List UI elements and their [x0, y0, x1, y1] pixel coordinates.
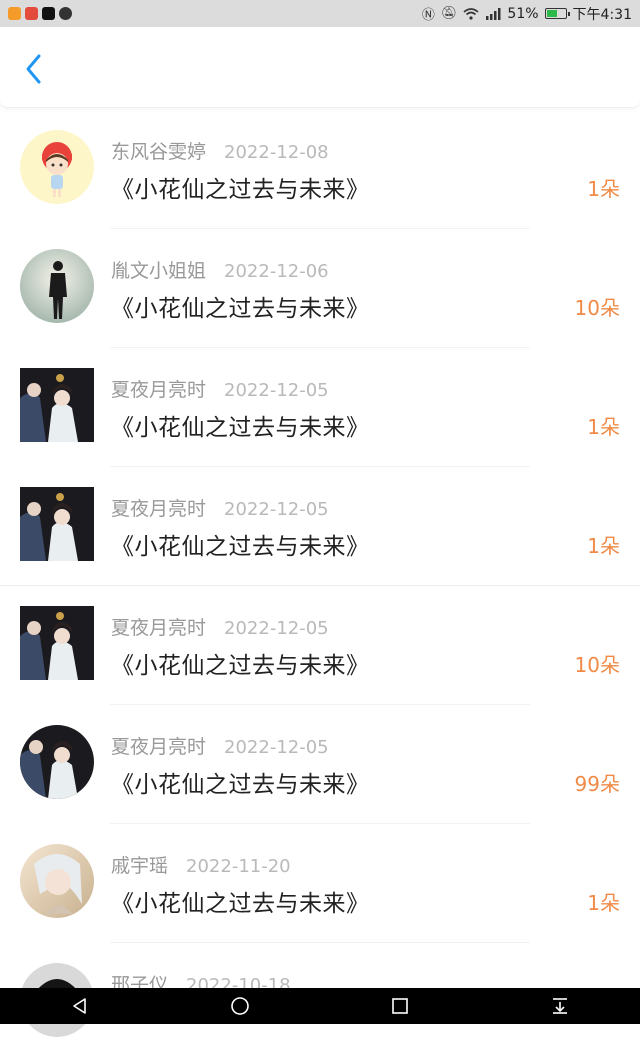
flower-count: 10朵 — [574, 296, 620, 320]
flower-count: 1朵 — [587, 534, 620, 558]
list-item[interactable]: 夏夜月亮时 2022-12-05 《小花仙之过去与未来》 1朵 — [0, 467, 640, 586]
avatar[interactable] — [20, 606, 94, 680]
list-item[interactable]: 东风谷雯婷 2022-12-08 《小花仙之过去与未来》 1朵 — [0, 110, 640, 229]
flower-count: 1朵 — [587, 415, 620, 439]
signal-icon — [486, 7, 501, 20]
list-item[interactable]: 夏夜月亮时 2022-12-05 《小花仙之过去与未来》 99朵 — [0, 705, 640, 824]
list-item[interactable]: 胤文小姐姐 2022-12-06 《小花仙之过去与未来》 10朵 — [0, 229, 640, 348]
app-notification-icon — [25, 7, 38, 20]
date: 2022-12-05 — [224, 380, 329, 401]
book-title[interactable]: 《小花仙之过去与未来》 — [111, 884, 370, 918]
status-bar: Ⓝ 🔕︎ 51% 下午4:31 — [0, 0, 640, 27]
system-nav-bar — [0, 988, 640, 1024]
date: 2022-11-20 — [186, 856, 291, 877]
book-title[interactable]: 《小花仙之过去与未来》 — [111, 289, 370, 323]
avatar[interactable] — [20, 844, 94, 918]
flower-count: 1朵 — [587, 177, 620, 201]
date: 2022-12-05 — [224, 618, 329, 639]
mute-icon: 🔕︎ — [440, 6, 458, 21]
circle-home-icon — [231, 997, 249, 1015]
square-recents-icon — [392, 998, 408, 1014]
book-title[interactable]: 《小花仙之过去与未来》 — [111, 527, 370, 561]
status-indicators: Ⓝ 🔕︎ 51% 下午4:31 — [422, 4, 640, 24]
tiktok-notification-icon — [42, 7, 55, 20]
list-item[interactable]: 夏夜月亮时 2022-12-05 《小花仙之过去与未来》 1朵 — [0, 348, 640, 467]
flower-count: 1朵 — [587, 891, 620, 915]
avatar[interactable] — [20, 130, 94, 204]
book-title[interactable]: 《小花仙之过去与未来》 — [111, 765, 370, 799]
flower-count: 99朵 — [574, 772, 620, 796]
triangle-back-icon — [73, 998, 86, 1014]
avatar[interactable] — [20, 487, 94, 561]
book-title[interactable]: 《小花仙之过去与未来》 — [111, 646, 370, 680]
battery-icon — [544, 8, 570, 19]
back-button[interactable] — [14, 49, 54, 89]
username[interactable]: 夏夜月亮时 — [111, 375, 206, 402]
username[interactable]: 夏夜月亮时 — [111, 732, 206, 759]
book-title[interactable]: 《小花仙之过去与未来》 — [111, 170, 370, 204]
username[interactable]: 戚宇瑶 — [111, 851, 168, 878]
nav-recents-button[interactable] — [380, 988, 420, 1024]
wifi-icon — [463, 7, 479, 20]
pull-down-icon — [553, 998, 567, 1014]
status-notifications — [0, 7, 72, 20]
nav-back-button[interactable] — [60, 988, 100, 1024]
app-notification-icon — [8, 7, 21, 20]
nav-home-button[interactable] — [220, 988, 260, 1024]
header — [0, 27, 640, 108]
gift-record-list: 东风谷雯婷 2022-12-08 《小花仙之过去与未来》 1朵 胤文小姐姐 20… — [0, 110, 640, 1062]
nfc-icon: Ⓝ — [421, 8, 435, 23]
nav-notification-button[interactable] — [540, 988, 580, 1024]
username[interactable]: 夏夜月亮时 — [111, 613, 206, 640]
date: 2022-12-08 — [224, 142, 329, 163]
date: 2022-12-06 — [224, 261, 329, 282]
list-item[interactable]: 戚宇瑶 2022-11-20 《小花仙之过去与未来》 1朵 — [0, 824, 640, 943]
list-item[interactable]: 夏夜月亮时 2022-12-05 《小花仙之过去与未来》 10朵 — [0, 586, 640, 705]
username[interactable]: 夏夜月亮时 — [111, 494, 206, 521]
flower-count: 10朵 — [574, 653, 620, 677]
clock: 下午4:31 — [572, 6, 632, 23]
chevron-left-icon — [26, 54, 41, 84]
avatar[interactable] — [20, 249, 94, 323]
username[interactable]: 胤文小姐姐 — [111, 256, 206, 283]
username[interactable]: 东风谷雯婷 — [111, 137, 206, 164]
battery-percent: 51% — [507, 5, 539, 22]
avatar[interactable] — [20, 368, 94, 442]
date: 2022-12-05 — [224, 737, 329, 758]
avatar[interactable] — [20, 725, 94, 799]
message-notification-icon — [59, 7, 72, 20]
date: 2022-12-05 — [224, 499, 329, 520]
book-title[interactable]: 《小花仙之过去与未来》 — [111, 408, 370, 442]
